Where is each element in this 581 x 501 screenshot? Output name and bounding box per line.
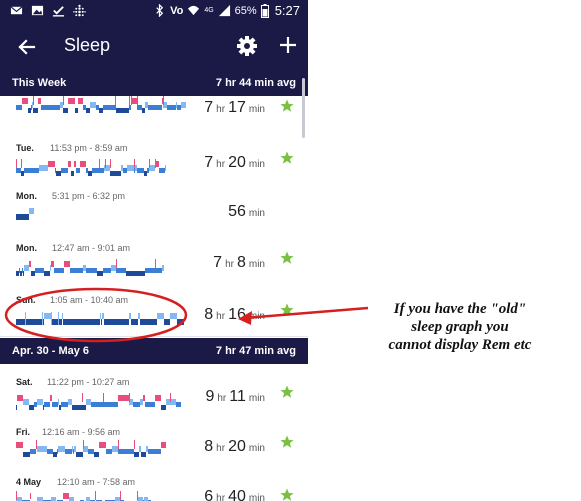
annotation-line-2: sleep graph you	[411, 319, 509, 335]
annotation-line-3: cannot display Rem etc	[388, 337, 532, 353]
annotation-text: If you have the "old" sleep graph you ca…	[360, 300, 560, 354]
annotation-arrow-head	[238, 311, 252, 325]
annotation-overlay	[4, 287, 369, 343]
annotation-circle	[4, 287, 188, 343]
annotation-arrow-line	[244, 306, 369, 320]
annotation-line-1: If you have the "old"	[393, 301, 527, 317]
